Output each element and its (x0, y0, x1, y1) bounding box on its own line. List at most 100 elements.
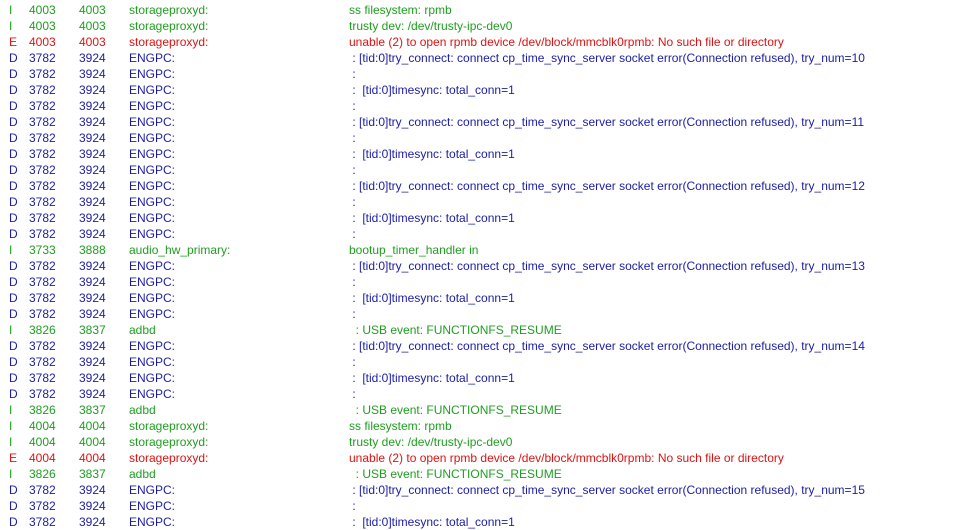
log-tag: ENGPC: (129, 339, 176, 353)
log-row[interactable]: D 3782 3924 ENGPC: : (0, 162, 968, 178)
log-tid: 3924 (79, 195, 106, 209)
log-row[interactable]: I 4003 4003 storageproxyd: ss filesystem: rp… (0, 2, 968, 18)
log-pid: 4004 (29, 451, 56, 465)
log-row[interactable]: E 4004 4004 storageproxyd: unable (2) to ope… (0, 450, 968, 466)
log-pid: 3782 (29, 147, 56, 161)
log-tag: ENGPC: (129, 51, 176, 65)
log-view[interactable]: I 4003 4003 storageproxyd: ss filesystem: rp… (0, 2, 968, 530)
log-level: D (9, 515, 18, 529)
log-message: : (349, 227, 356, 241)
log-tag: ENGPC: (129, 147, 176, 161)
log-tid: 3924 (79, 99, 106, 113)
log-tid: 3924 (79, 83, 106, 97)
log-message: : USB event: FUNCTIONFS_RESUME (349, 467, 562, 481)
log-level: D (9, 483, 18, 497)
log-row[interactable]: D 3782 3924 ENGPC: : (0, 98, 968, 114)
log-pid: 3782 (29, 99, 56, 113)
log-row[interactable]: D 3782 3924 ENGPC: : [tid:0]try_connect: co… (0, 482, 968, 498)
log-message: : [tid:0]try_connect: connect cp_time_sy… (349, 179, 865, 193)
log-tid: 3888 (79, 243, 106, 257)
log-row[interactable]: D 3782 3924 ENGPC: : [tid:0]timesync: total… (0, 82, 968, 98)
log-tag: audio_hw_primary: (129, 243, 231, 257)
log-level: D (9, 371, 18, 385)
log-message: : [tid:0]try_connect: connect cp_time_sy… (349, 51, 865, 65)
log-row[interactable]: D 3782 3924 ENGPC: : [tid:0]try_connect: co… (0, 178, 968, 194)
log-level: E (9, 451, 18, 465)
log-pid: 3782 (29, 275, 56, 289)
log-message: : (349, 387, 356, 401)
log-message: unable (2) to open rpmb device /dev/bloc… (349, 35, 784, 49)
log-row[interactable]: D 3782 3924 ENGPC: : (0, 306, 968, 322)
log-tag: ENGPC: (129, 387, 176, 401)
log-message: trusty dev: /dev/trusty-ipc-dev0 (349, 435, 513, 449)
log-tid: 3924 (79, 355, 106, 369)
log-pid: 4003 (29, 19, 56, 33)
log-level: E (9, 35, 18, 49)
log-row[interactable]: D 3782 3924 ENGPC: : [tid:0]try_connect: co… (0, 114, 968, 130)
log-pid: 3782 (29, 83, 56, 97)
log-tag: ENGPC: (129, 227, 176, 241)
log-message: : [tid:0]timesync: total_conn=1 (349, 371, 515, 385)
log-level: D (9, 147, 18, 161)
log-pid: 3782 (29, 115, 56, 129)
log-level: D (9, 195, 18, 209)
log-tag: ENGPC: (129, 163, 176, 177)
log-row[interactable]: D 3782 3924 ENGPC: : (0, 66, 968, 82)
log-message: bootup_timer_handler in (349, 243, 479, 257)
log-tid: 4004 (79, 435, 106, 449)
log-row[interactable]: D 3782 3924 ENGPC: : (0, 498, 968, 514)
log-message: : USB event: FUNCTIONFS_RESUME (349, 323, 562, 337)
log-row[interactable]: I 3826 3837 adbd : USB event: FUNCTIONFS_RE… (0, 466, 968, 482)
log-tag: storageproxyd: (129, 19, 209, 33)
log-row[interactable]: D 3782 3924 ENGPC: : [tid:0]try_connect: co… (0, 338, 968, 354)
log-row[interactable]: D 3782 3924 ENGPC: : [tid:0]timesync: total… (0, 514, 968, 530)
log-row[interactable]: I 4004 4004 storageproxyd: trusty dev: /dev/… (0, 434, 968, 450)
log-tag: storageproxyd: (129, 435, 209, 449)
log-row[interactable]: D 3782 3924 ENGPC: : (0, 130, 968, 146)
log-row[interactable]: D 3782 3924 ENGPC: : [tid:0]timesync: total… (0, 146, 968, 162)
log-level: D (9, 83, 18, 97)
log-row[interactable]: I 3826 3837 adbd : USB event: FUNCTIONFS_RE… (0, 322, 968, 338)
log-tag: storageproxyd: (129, 3, 209, 17)
log-level: D (9, 99, 18, 113)
log-level: I (9, 243, 13, 257)
log-level: I (9, 3, 13, 17)
log-tag: storageproxyd: (129, 35, 209, 49)
log-tag: adbd (129, 403, 156, 417)
log-row[interactable]: I 4004 4004 storageproxyd: ss filesystem: rp… (0, 418, 968, 434)
log-row[interactable]: I 3733 3888 audio_hw_primary: bootup_timer_h… (0, 242, 968, 258)
log-tag: ENGPC: (129, 291, 176, 305)
log-row[interactable]: D 3782 3924 ENGPC: : [tid:0]timesync: total… (0, 210, 968, 226)
log-tid: 4004 (79, 419, 106, 433)
log-message: : (349, 275, 356, 289)
log-message: : [tid:0]timesync: total_conn=1 (349, 291, 515, 305)
log-level: I (9, 419, 13, 433)
log-row[interactable]: D 3782 3924 ENGPC: : (0, 274, 968, 290)
log-row[interactable]: D 3782 3924 ENGPC: : (0, 354, 968, 370)
log-message: : [tid:0]try_connect: connect cp_time_sy… (349, 115, 865, 129)
log-message: trusty dev: /dev/trusty-ipc-dev0 (349, 19, 513, 33)
log-level: D (9, 307, 18, 321)
log-tid: 3924 (79, 211, 106, 225)
log-tid: 3924 (79, 227, 106, 241)
log-row[interactable]: D 3782 3924 ENGPC: : [tid:0]try_connect: co… (0, 50, 968, 66)
log-row[interactable]: I 3826 3837 adbd : USB event: FUNCTIONFS_RE… (0, 402, 968, 418)
log-pid: 3782 (29, 291, 56, 305)
log-level: D (9, 387, 18, 401)
log-row[interactable]: I 4003 4003 storageproxyd: trusty dev: /dev/… (0, 18, 968, 34)
log-level: D (9, 179, 18, 193)
log-row[interactable]: D 3782 3924 ENGPC: : [tid:0]try_connect: co… (0, 258, 968, 274)
log-tag: ENGPC: (129, 179, 176, 193)
log-row[interactable]: D 3782 3924 ENGPC: : (0, 194, 968, 210)
log-pid: 3782 (29, 307, 56, 321)
log-row[interactable]: D 3782 3924 ENGPC: : (0, 226, 968, 242)
log-level: D (9, 499, 18, 513)
log-level: D (9, 355, 18, 369)
log-row[interactable]: E 4003 4003 storageproxyd: unable (2) to ope… (0, 34, 968, 50)
log-tag: ENGPC: (129, 355, 176, 369)
log-row[interactable]: D 3782 3924 ENGPC: : (0, 386, 968, 402)
log-message: : USB event: FUNCTIONFS_RESUME (349, 403, 562, 417)
log-row[interactable]: D 3782 3924 ENGPC: : [tid:0]timesync: total… (0, 290, 968, 306)
log-pid: 3782 (29, 163, 56, 177)
log-row[interactable]: D 3782 3924 ENGPC: : [tid:0]timesync: total… (0, 370, 968, 386)
